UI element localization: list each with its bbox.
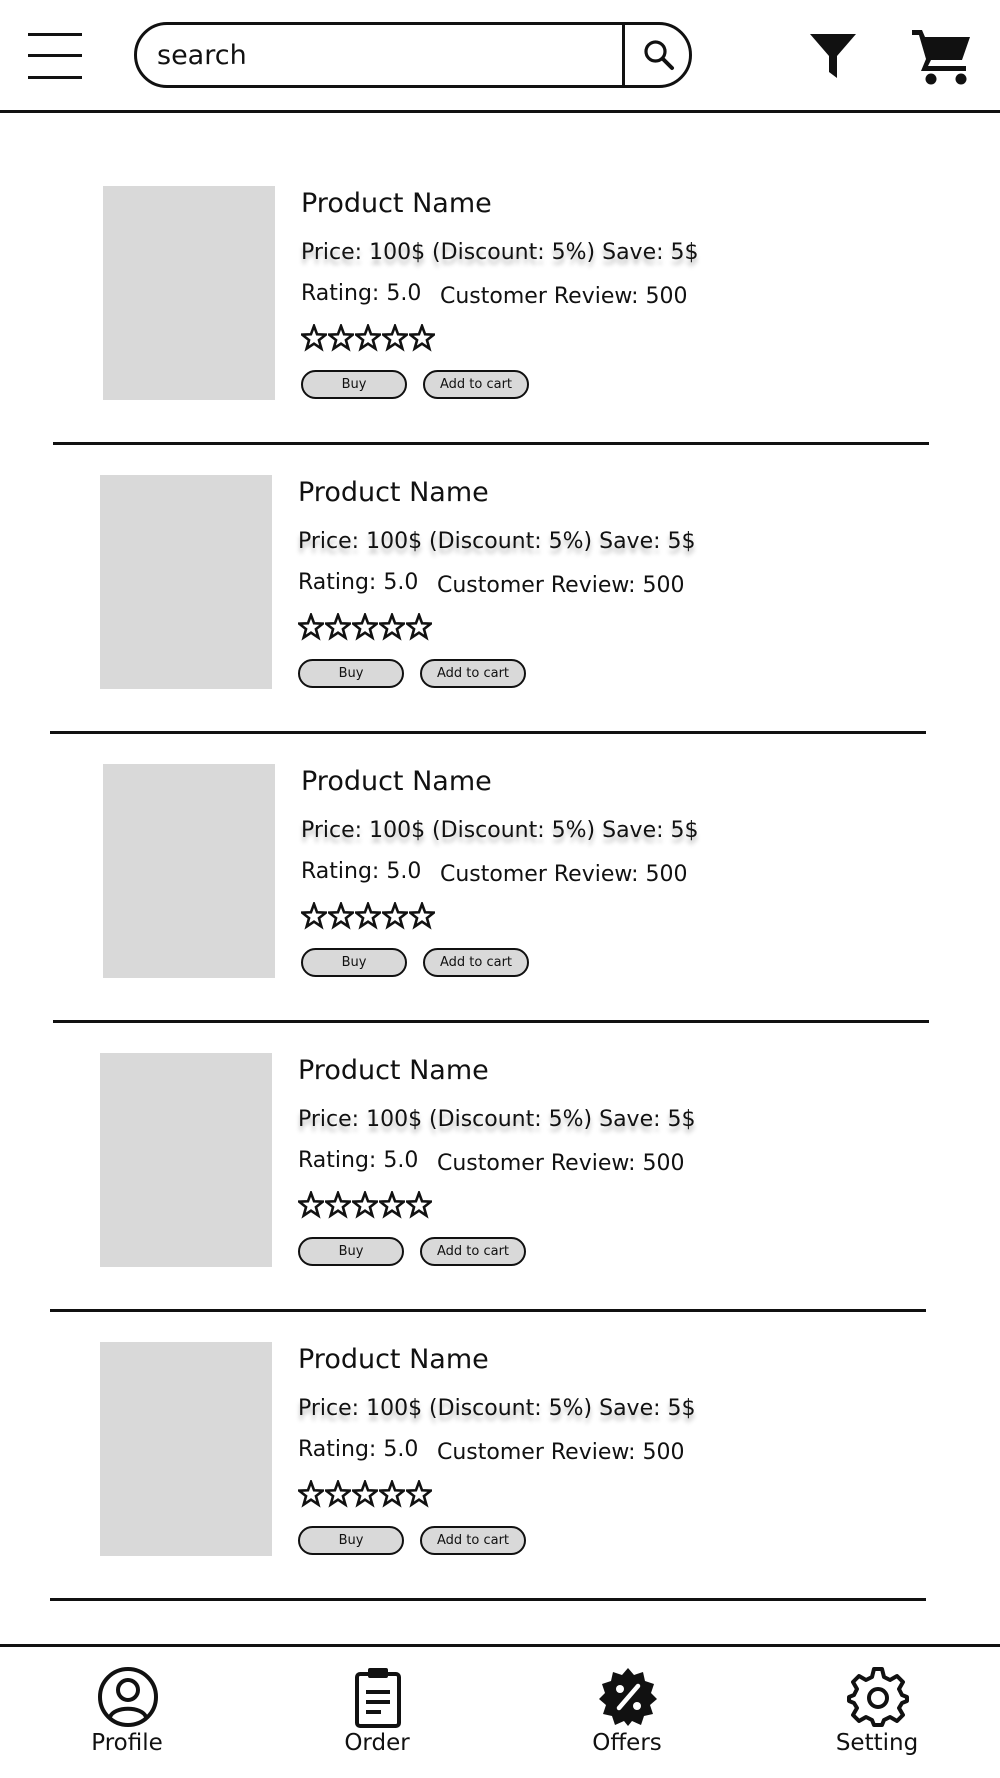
product-price: Price: 100$ (Discount: 5%) Save: 5$: [298, 1396, 696, 1421]
product-price: Price: 100$ (Discount: 5%) Save: 5$: [298, 529, 696, 554]
nav-item-offers[interactable]: Offers: [552, 1666, 702, 1776]
shopping-cart-icon: [912, 30, 970, 85]
bottom-nav-divider: [0, 1644, 1000, 1647]
product-price: Price: 100$ (Discount: 5%) Save: 5$: [301, 240, 699, 265]
hamburger-line: [28, 54, 82, 57]
star-rating: [298, 613, 432, 643]
product-image[interactable]: [100, 1342, 272, 1556]
star-icon: [382, 902, 408, 930]
filter-button[interactable]: [808, 32, 858, 80]
product-reviews: Customer Review: 500: [440, 862, 688, 887]
hamburger-line: [28, 33, 82, 36]
star-icon: [352, 613, 378, 641]
product-name[interactable]: Product Name: [298, 1344, 489, 1375]
product-image[interactable]: [100, 1053, 272, 1267]
star-icon: [379, 1480, 405, 1508]
search-button[interactable]: [622, 25, 689, 85]
product-price: Price: 100$ (Discount: 5%) Save: 5$: [298, 1107, 696, 1132]
product-rating: Rating: 5.0: [301, 859, 422, 884]
star-icon: [406, 613, 432, 641]
star-icon: [298, 613, 324, 641]
star-icon: [379, 1191, 405, 1219]
top-app-bar: [0, 0, 1000, 116]
star-icon: [382, 324, 408, 352]
product-reviews: Customer Review: 500: [437, 1440, 685, 1465]
star-icon: [352, 1191, 378, 1219]
nav-label: Profile: [91, 1730, 163, 1756]
product-rating: Rating: 5.0: [301, 281, 422, 306]
product-name[interactable]: Product Name: [301, 188, 492, 219]
product-reviews: Customer Review: 500: [437, 573, 685, 598]
buy-button[interactable]: Buy: [301, 370, 407, 399]
header-divider: [0, 110, 1000, 113]
product-name[interactable]: Product Name: [301, 766, 492, 797]
star-icon: [379, 613, 405, 641]
add-to-cart-button[interactable]: Add to cart: [423, 370, 529, 399]
product-reviews: Customer Review: 500: [440, 284, 688, 309]
product-card: Product Name Price: 100$ (Discount: 5%) …: [50, 983, 950, 1312]
search-icon: [643, 40, 674, 70]
star-icon: [325, 613, 351, 641]
star-icon: [325, 1191, 351, 1219]
hamburger-line: [28, 76, 82, 79]
nav-item-setting[interactable]: Setting: [802, 1666, 952, 1776]
buy-button[interactable]: Buy: [301, 948, 407, 977]
clipboard-list-icon: [355, 1668, 401, 1728]
nav-label: Setting: [835, 1730, 919, 1756]
nav-item-profile[interactable]: Profile: [52, 1666, 202, 1776]
star-icon: [409, 902, 435, 930]
product-divider: [50, 1598, 926, 1601]
user-circle-icon: [98, 1667, 158, 1727]
nav-label: Order: [344, 1730, 410, 1756]
product-card: Product Name Price: 100$ (Discount: 5%) …: [50, 1272, 950, 1601]
star-icon: [328, 324, 354, 352]
product-card: Product Name Price: 100$ (Discount: 5%) …: [53, 116, 953, 445]
filter-funnel-icon: [810, 34, 856, 78]
product-image[interactable]: [103, 186, 275, 400]
star-icon: [328, 902, 354, 930]
product-card: Product Name Price: 100$ (Discount: 5%) …: [53, 694, 953, 1023]
bottom-navigation: Profile Order Offers Setting: [0, 1644, 1000, 1778]
star-rating: [298, 1191, 432, 1221]
star-icon: [301, 324, 327, 352]
star-icon: [355, 324, 381, 352]
star-icon: [301, 902, 327, 930]
add-to-cart-button[interactable]: Add to cart: [420, 1237, 526, 1266]
star-icon: [406, 1480, 432, 1508]
buy-button[interactable]: Buy: [298, 1237, 404, 1266]
product-name[interactable]: Product Name: [298, 477, 489, 508]
star-icon: [298, 1191, 324, 1219]
nav-label: Offers: [592, 1730, 662, 1756]
cart-button[interactable]: [910, 26, 974, 86]
product-name[interactable]: Product Name: [298, 1055, 489, 1086]
buy-button[interactable]: Buy: [298, 1526, 404, 1555]
product-image[interactable]: [100, 475, 272, 689]
star-rating: [301, 324, 435, 354]
add-to-cart-button[interactable]: Add to cart: [420, 1526, 526, 1555]
star-icon: [355, 902, 381, 930]
product-reviews: Customer Review: 500: [437, 1151, 685, 1176]
product-card: Product Name Price: 100$ (Discount: 5%) …: [50, 405, 950, 734]
star-icon: [352, 1480, 378, 1508]
product-price: Price: 100$ (Discount: 5%) Save: 5$: [301, 818, 699, 843]
menu-button[interactable]: [26, 30, 84, 82]
star-icon: [325, 1480, 351, 1508]
product-image[interactable]: [103, 764, 275, 978]
search-input[interactable]: [137, 25, 622, 85]
star-rating: [298, 1480, 432, 1510]
buy-button[interactable]: Buy: [298, 659, 404, 688]
add-to-cart-button[interactable]: Add to cart: [423, 948, 529, 977]
gear-icon: [847, 1667, 909, 1727]
star-rating: [301, 902, 435, 932]
product-rating: Rating: 5.0: [298, 1437, 419, 1462]
star-icon: [298, 1480, 324, 1508]
add-to-cart-button[interactable]: Add to cart: [420, 659, 526, 688]
discount-badge-icon: [599, 1668, 657, 1726]
search-bar: [134, 22, 692, 88]
product-rating: Rating: 5.0: [298, 1148, 419, 1173]
star-icon: [406, 1191, 432, 1219]
product-rating: Rating: 5.0: [298, 570, 419, 595]
nav-item-order[interactable]: Order: [302, 1666, 452, 1776]
star-icon: [409, 324, 435, 352]
